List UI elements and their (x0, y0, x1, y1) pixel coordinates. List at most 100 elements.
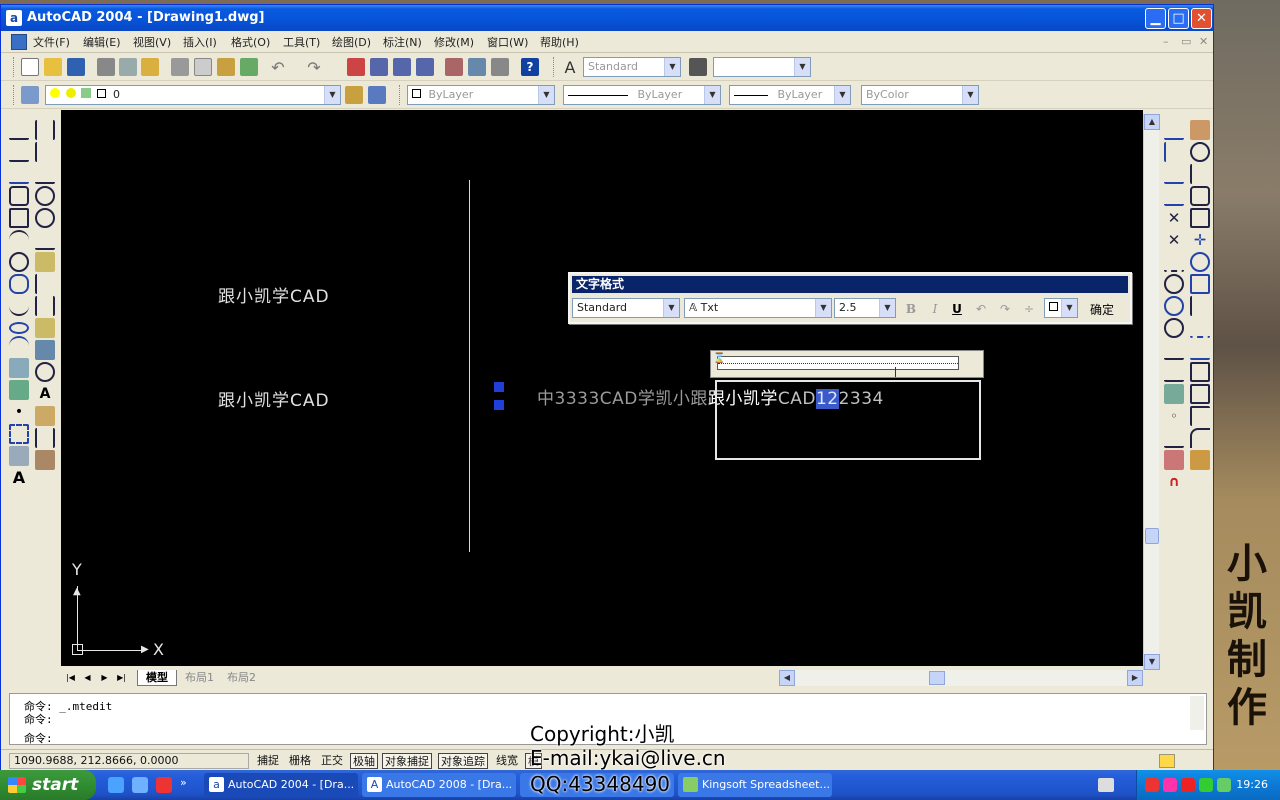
maximize-button[interactable]: □ (1168, 8, 1189, 29)
snap-perpendicular-icon[interactable] (1164, 340, 1184, 360)
center-mark-icon[interactable] (35, 362, 55, 382)
toolbar-grip[interactable] (13, 85, 16, 105)
menu-dimension[interactable]: 标注(N) (383, 34, 422, 50)
ordinate-dimension-icon[interactable] (35, 164, 55, 184)
help-icon[interactable]: ? (521, 58, 539, 76)
tray-app-icon[interactable] (1181, 778, 1195, 792)
zoom-window-icon[interactable] (393, 58, 411, 76)
drawing-canvas[interactable]: 跟小凯学CAD 跟小凯学CAD 中3333CAD学凯小跟跟小凯学CAD12233… (61, 110, 1143, 666)
match-properties-icon[interactable] (240, 58, 258, 76)
italic-button[interactable]: I (926, 300, 944, 318)
chevron-down-icon[interactable]: ▼ (879, 299, 895, 317)
linetype-select[interactable]: ByLayer ▼ (563, 85, 721, 105)
title-bar[interactable]: a AutoCAD 2004 - [Drawing1.dwg] ▁ □ ✕ (1, 5, 1213, 31)
text-color-select[interactable]: ▼ (1044, 298, 1078, 318)
mirror-icon[interactable] (1190, 164, 1210, 184)
snap-extension-icon[interactable] (1164, 252, 1184, 272)
ellipse-arc-icon[interactable] (9, 336, 29, 356)
tab-layout1[interactable]: 布局1 (177, 670, 222, 686)
break-at-point-icon[interactable] (1190, 362, 1210, 382)
copy-icon[interactable] (194, 58, 212, 76)
array-icon[interactable] (1190, 208, 1210, 228)
chevron-down-icon[interactable]: ▼ (704, 86, 720, 104)
leader-icon[interactable] (35, 318, 55, 338)
redo-icon[interactable]: ↷ (305, 58, 323, 77)
snap-apparent-intersection-icon[interactable]: ✕ (1164, 230, 1184, 250)
save-icon[interactable] (67, 58, 85, 76)
quicklaunch-icon[interactable] (132, 777, 148, 793)
task-kingsoft-spreadsheet[interactable]: Kingsoft Spreadsheet... (678, 773, 832, 797)
ruler-scale[interactable] (717, 356, 959, 370)
last-tab-button[interactable]: ▶| (114, 671, 129, 685)
communication-center-icon[interactable] (1159, 754, 1175, 768)
osnap-settings-icon[interactable]: ∩ (1164, 472, 1184, 492)
temp-tracking-icon[interactable] (1164, 120, 1184, 140)
snap-from-icon[interactable] (1164, 142, 1184, 162)
menu-format[interactable]: 格式(O) (231, 34, 270, 50)
chevron-down-icon[interactable]: ▼ (664, 58, 680, 76)
toolbar-grip[interactable] (399, 85, 402, 105)
continue-dimension-icon[interactable] (35, 296, 55, 316)
move-icon[interactable]: ✛ (1190, 230, 1210, 250)
minimize-button[interactable]: ▁ (1145, 8, 1166, 29)
layer-select[interactable]: 0 ▼ (45, 85, 341, 105)
coordinate-display[interactable]: 1090.9688, 212.8666, 0.0000 (9, 753, 249, 769)
osnap-toggle[interactable]: 对象捕捉 (382, 753, 432, 769)
tolerance-icon[interactable] (35, 340, 55, 360)
vertical-scroll-thumb[interactable] (1145, 528, 1159, 544)
make-block-icon[interactable] (9, 380, 29, 400)
autocad-app-icon[interactable]: a (6, 10, 22, 26)
snap-none-icon[interactable] (1164, 450, 1184, 470)
extend-icon[interactable] (1190, 340, 1210, 360)
snap-midpoint-icon[interactable] (1164, 186, 1184, 206)
media-player-icon[interactable] (156, 777, 172, 793)
tray-app-icon[interactable] (1163, 778, 1177, 792)
command-scrollbar[interactable] (1190, 696, 1204, 730)
cut-icon[interactable] (171, 58, 189, 76)
copy-object-icon[interactable] (1190, 142, 1210, 162)
snap-parallel-icon[interactable] (1164, 362, 1184, 382)
multiline-text-icon[interactable]: A (9, 468, 29, 488)
circle-icon[interactable] (9, 252, 29, 272)
menu-edit[interactable]: 编辑(E) (83, 34, 121, 50)
linear-dimension-icon[interactable] (35, 120, 55, 140)
rotate-icon[interactable] (1190, 252, 1210, 272)
chevron-down-icon[interactable]: ▼ (815, 299, 831, 317)
menu-view[interactable]: 视图(V) (133, 34, 171, 50)
lineweight-select[interactable]: ByLayer ▼ (729, 85, 851, 105)
keyboard-icon[interactable] (1098, 778, 1114, 792)
ok-button[interactable]: 确定 (1090, 301, 1114, 318)
bold-button[interactable]: B (902, 300, 920, 318)
point-icon[interactable]: • (9, 402, 29, 422)
dimension-edit-icon[interactable]: A (35, 384, 55, 404)
angular-dimension-icon[interactable] (35, 230, 55, 250)
arc-icon[interactable] (9, 230, 29, 250)
task-autocad-2008[interactable]: A AutoCAD 2008 - [Dra... (362, 773, 516, 797)
diameter-dimension-icon[interactable] (35, 208, 55, 228)
vertical-scrollbar[interactable]: ▲ ▼ (1143, 114, 1160, 670)
text-style-icon[interactable]: A (561, 58, 579, 77)
tray-app-icon[interactable] (1145, 778, 1159, 792)
scroll-left-arrow[interactable]: ◀ (779, 670, 795, 686)
chevron-down-icon[interactable]: ▼ (663, 299, 679, 317)
undo-icon[interactable]: ↶ (269, 58, 287, 77)
toolbar-grip[interactable] (553, 57, 556, 77)
plotstyle-select[interactable]: ByColor ▼ (861, 85, 979, 105)
revision-cloud-icon[interactable] (9, 274, 29, 294)
polygon-icon[interactable] (9, 186, 29, 206)
menu-draw[interactable]: 绘图(D) (332, 34, 371, 50)
font-select[interactable]: 𝔸 Txt ▼ (684, 298, 832, 318)
otrack-toggle[interactable]: 对象追踪 (438, 753, 488, 769)
text-height-select[interactable]: 2.5 ▼ (834, 298, 896, 318)
make-layer-current-icon[interactable] (345, 86, 363, 104)
start-button[interactable]: start (0, 770, 96, 800)
menu-tools[interactable]: 工具(T) (283, 34, 320, 50)
dim-style-icon[interactable] (689, 58, 707, 76)
ie-icon[interactable] (108, 777, 124, 793)
menu-help[interactable]: 帮助(H) (540, 34, 579, 50)
snap-toggle[interactable]: 捕捉 (255, 753, 281, 769)
open-folder-icon[interactable] (44, 58, 62, 76)
next-tab-button[interactable]: ▶ (97, 671, 112, 685)
erase-icon[interactable] (1190, 120, 1210, 140)
snap-insert-icon[interactable] (1164, 384, 1184, 404)
